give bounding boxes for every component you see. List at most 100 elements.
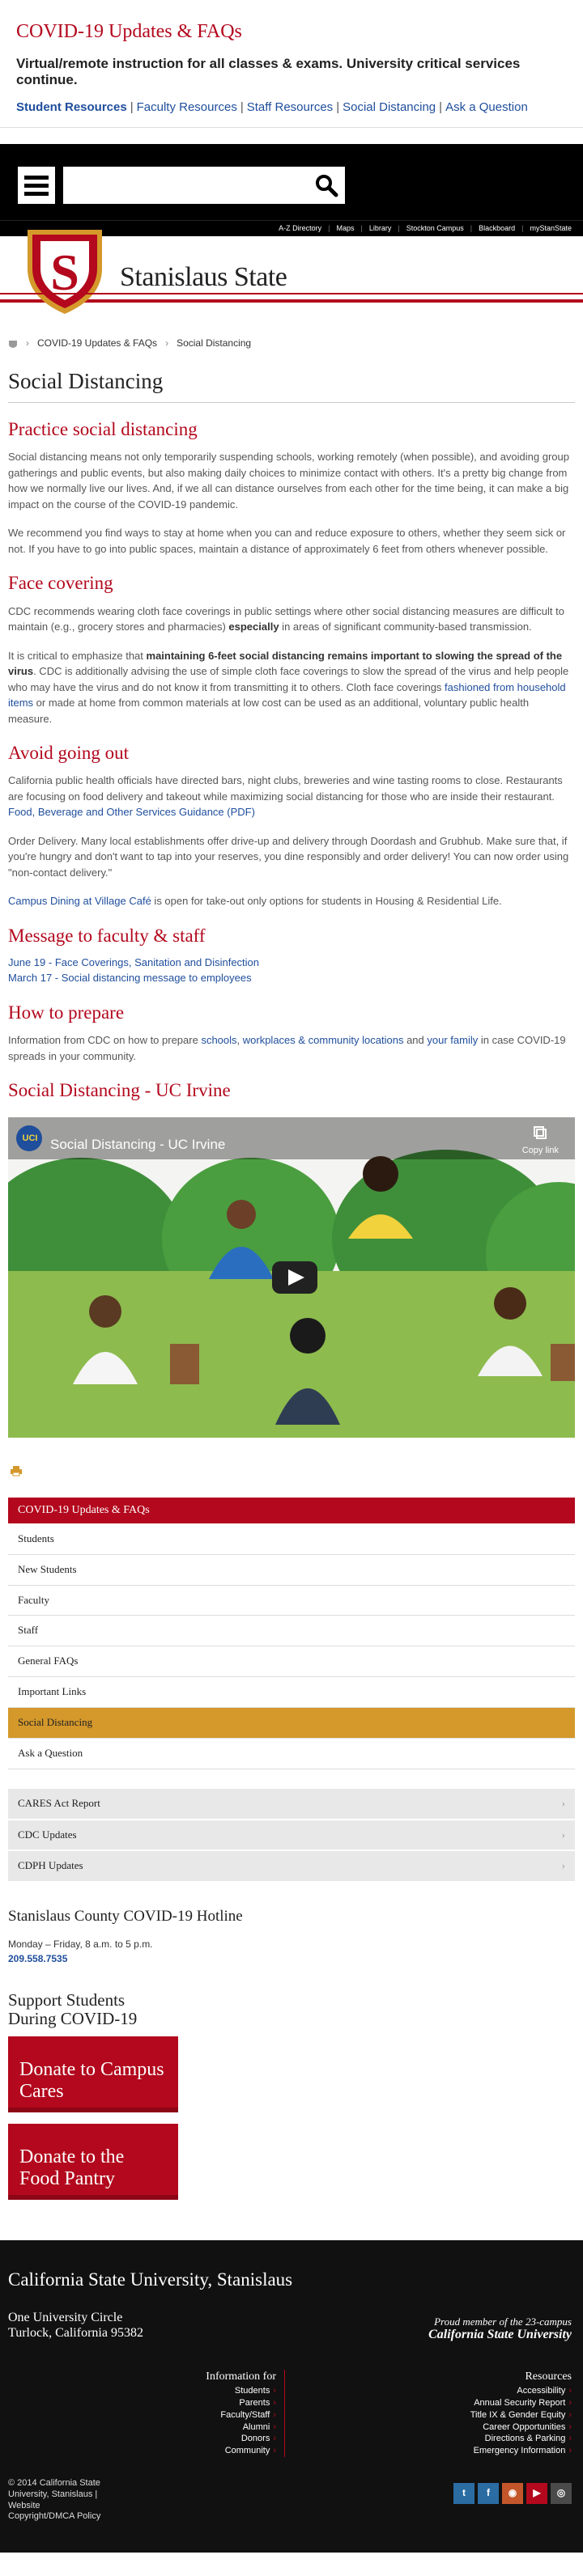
logo-area: S Stanislaus State (0, 230, 583, 315)
footer-university-name: California State University, Stanislaus (8, 2269, 293, 2290)
university-shield-logo[interactable]: S (23, 227, 107, 316)
copy-icon (534, 1125, 547, 1139)
chevron-right-icon: › (561, 1796, 565, 1809)
copy-link-label: Copy link (521, 1145, 559, 1155)
footer-link-parents[interactable]: Parents › (0, 2397, 276, 2409)
nav-item-students[interactable]: Students (8, 1524, 575, 1555)
avoid-p3: Campus Dining at Village Café is open fo… (8, 895, 502, 908)
ext-link-cdph[interactable]: CDPH Updates › (8, 1851, 575, 1883)
nav-item-ask-question[interactable]: Ask a Question (8, 1739, 575, 1769)
donate-campus-cares-button[interactable]: Donate to Campus Cares (8, 2036, 178, 2113)
heading-message: Message to faculty & staff (8, 925, 206, 946)
alert-link-staff-resources[interactable]: Staff Resources (247, 100, 333, 114)
footer-link-community[interactable]: Community › (0, 2445, 276, 2457)
link-workplaces[interactable]: workplaces & community locations (243, 1034, 404, 1046)
alert-link-social-distancing[interactable]: Social Distancing (343, 100, 436, 114)
support-heading: Support Students During COVID-19 (8, 1989, 138, 2029)
util-link-mystanstate[interactable]: myStanState (530, 223, 572, 234)
video-thumbnail-illustration (8, 1116, 575, 1438)
search-icon[interactable] (314, 173, 338, 197)
footer-link-security-report[interactable]: Annual Security Report › (296, 2397, 572, 2409)
ext-link-cares-act[interactable]: CARES Act Report › (8, 1788, 575, 1820)
footer-link-emergency[interactable]: Emergency Information › (296, 2445, 572, 2457)
hotline-block: Stanislaus County COVID-19 Hotline Monda… (8, 1905, 575, 1967)
prepare-p: Information from CDC on how to prepare s… (8, 1034, 566, 1062)
site-wordmark[interactable]: Stanislaus State (120, 257, 287, 297)
social-links: t f ◉ ▶ ◎ (453, 2483, 572, 2505)
alert-link-ask-question[interactable]: Ask a Question (445, 100, 528, 114)
heading-video: Social Distancing - UC Irvine (8, 1080, 231, 1101)
nav-item-faculty[interactable]: Faculty (8, 1586, 575, 1616)
face-p1: CDC recommends wearing cloth face coveri… (8, 604, 564, 633)
nav-item-new-students[interactable]: New Students (8, 1555, 575, 1586)
copy-link-button[interactable]: Copy link (522, 1125, 559, 1158)
breadcrumb-current: Social Distancing (177, 337, 252, 350)
link-food-guidance[interactable]: Food, Beverage and Other Services Guidan… (8, 806, 255, 818)
heading-practice: Practice social distancing (8, 418, 198, 439)
footer-link-website[interactable]: Website (8, 2501, 121, 2512)
nav-item-important-links[interactable]: Important Links (8, 1677, 575, 1708)
home-icon[interactable] (8, 339, 18, 349)
avoid-p2: Order Delivery. Many local establishment… (8, 834, 569, 879)
footer-link-accessibility[interactable]: Accessibility › (296, 2385, 572, 2397)
ext-link-cdc[interactable]: CDC Updates › (8, 1820, 575, 1852)
link-march-17[interactable]: March 17 - Social distancing message to … (8, 971, 575, 986)
util-link-maps[interactable]: Maps (336, 223, 354, 234)
rss-icon[interactable]: ◉ (502, 2483, 523, 2505)
chevron-right-icon: › (561, 1828, 565, 1841)
nav-item-social-distancing[interactable]: Social Distancing (8, 1707, 575, 1739)
util-link-stockton[interactable]: Stockton Campus (406, 223, 464, 234)
alert-link-faculty-resources[interactable]: Faculty Resources (137, 100, 237, 114)
video-channel-badge[interactable]: UCI (19, 1133, 40, 1146)
print-icon[interactable] (8, 1465, 24, 1477)
facebook-icon[interactable]: f (478, 2483, 499, 2505)
util-link-blackboard[interactable]: Blackboard (479, 223, 515, 234)
footer-link-dmca[interactable]: Copyright/DMCA Policy (8, 2511, 121, 2523)
site-footer: California State University, Stanislaus … (0, 2240, 583, 2553)
donate-food-pantry-button[interactable]: Donate to the Food Pantry (8, 2124, 178, 2201)
hotline-hours: Monday – Friday, 8 a.m. to 5 p.m. (8, 1938, 153, 1950)
site-header-bar (0, 144, 583, 221)
footer-link-careers[interactable]: Career Opportunities › (296, 2421, 572, 2434)
footer-link-alumni[interactable]: Alumni › (0, 2421, 276, 2434)
alert-link-student-resources[interactable]: Student Resources (16, 100, 127, 114)
footer-link-students[interactable]: Students › (0, 2385, 276, 2397)
youtube-icon[interactable]: ▶ (526, 2483, 547, 2505)
section-nav-header[interactable]: COVID-19 Updates & FAQs (8, 1497, 575, 1523)
footer-link-donors[interactable]: Donors › (0, 2433, 276, 2445)
page-title: Social Distancing (8, 366, 575, 403)
link-schools[interactable]: schools (201, 1034, 236, 1046)
instagram-icon[interactable]: ◎ (551, 2483, 572, 2505)
util-link-az-directory[interactable]: A-Z Directory (279, 223, 321, 234)
video-player[interactable]: UCI Social Distancing - UC Irvine Copy l… (8, 1116, 575, 1438)
menu-button[interactable] (18, 167, 55, 205)
alert-message: Virtual/remote instruction for all class… (16, 55, 521, 88)
footer-info-heading: Information for (206, 2371, 276, 2383)
heading-face-covering: Face covering (8, 573, 113, 594)
alert-links: Student Resources | Faculty Resources | Staf… (16, 100, 528, 114)
footer-link-faculty-staff[interactable]: Faculty/Staff › (0, 2409, 276, 2421)
nav-item-general-faqs[interactable]: General FAQs (8, 1646, 575, 1678)
link-campus-dining[interactable]: Campus Dining at Village Café (8, 895, 151, 907)
footer-csu-member: Proud member of the 23-campus California… (428, 2315, 572, 2342)
footer-copyright: © 2014 California State University, Stan… (8, 2478, 121, 2523)
hotline-phone[interactable]: 209.558.7535 (8, 1953, 67, 1964)
face-p2: It is critical to emphasize that maintai… (8, 649, 569, 725)
nav-item-staff[interactable]: Staff (8, 1616, 575, 1647)
footer-link-title-ix[interactable]: Title IX & Gender Equity › (296, 2409, 572, 2421)
footer-link-directions[interactable]: Directions & Parking › (296, 2433, 572, 2445)
practice-p1: Social distancing means not only tempora… (8, 451, 569, 511)
footer-info-for: Information for Students › Parents › Facul… (0, 2370, 285, 2458)
video-title[interactable]: Social Distancing - UC Irvine (50, 1135, 225, 1155)
main-content: Social Distancing Practice social distan… (0, 366, 583, 1477)
footer-resources: Resources Accessibility › Annual Security… (296, 2370, 572, 2457)
link-june-19[interactable]: June 19 - Face Coverings, Sanitation and… (8, 955, 575, 971)
practice-p2: We recommend you find ways to stay at ho… (8, 527, 566, 555)
section-nav: COVID-19 Updates & FAQs Students New Stu… (0, 1497, 583, 2201)
breadcrumb-parent[interactable]: COVID-19 Updates & FAQs (37, 337, 157, 350)
link-your-family[interactable]: your family (427, 1034, 478, 1046)
alert-title: COVID-19 Updates & FAQs (16, 21, 242, 42)
twitter-icon[interactable]: t (453, 2483, 474, 2505)
search-input[interactable] (63, 167, 345, 205)
util-link-library[interactable]: Library (369, 223, 392, 234)
